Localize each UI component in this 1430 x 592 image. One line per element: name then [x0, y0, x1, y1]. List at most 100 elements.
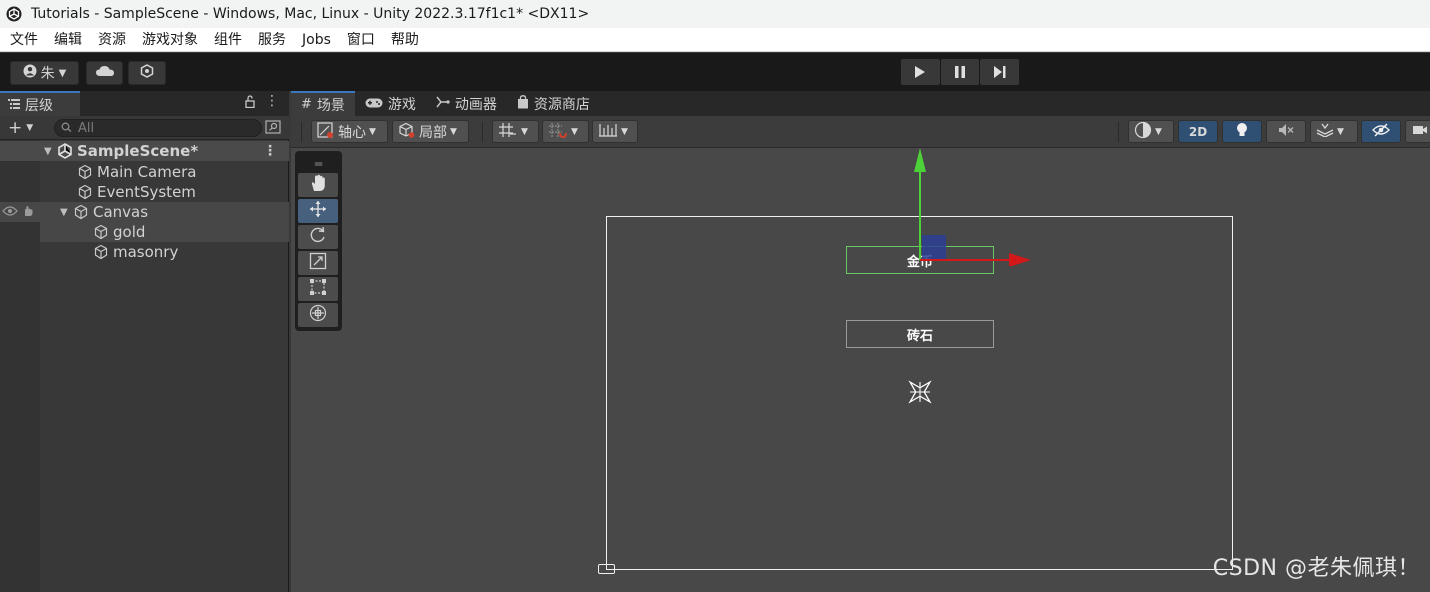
local-global-toggle[interactable]: 局部 ▼ [392, 120, 469, 143]
gameobject-cube-icon [92, 223, 110, 241]
pivot-star-icon [908, 380, 932, 404]
grid-snap-button[interactable]: ▼ [492, 120, 539, 143]
animator-icon [436, 96, 450, 112]
unity-scene-icon [56, 142, 74, 160]
increment-snap-button[interactable]: ▼ [542, 120, 589, 143]
menu-jobs[interactable]: Jobs [294, 28, 339, 52]
play-controls [901, 59, 1020, 85]
menu-edit[interactable]: 编辑 [46, 28, 90, 52]
camera-icon [1412, 124, 1428, 140]
drag-handle-icon[interactable]: ═ [298, 157, 339, 171]
kebab-menu-icon[interactable]: ⋮ [265, 94, 279, 112]
hierarchy-item-masonry[interactable]: masonry [0, 242, 289, 262]
rect-transform-icon [309, 278, 327, 300]
hidden-objects-toggle[interactable] [1361, 120, 1401, 143]
tab-game[interactable]: 游戏 [355, 91, 426, 116]
scene-camera-button[interactable] [1405, 120, 1430, 143]
tab-asset-store[interactable]: 资源商店 [507, 91, 600, 116]
grid-icon: # [301, 97, 312, 112]
hierarchy-item-main-camera[interactable]: Main Camera [0, 162, 289, 182]
hierarchy-item-label: masonry [113, 243, 179, 261]
move-tool-button[interactable] [298, 199, 338, 223]
cloud-button[interactable] [86, 61, 123, 85]
canvas-anchor-handle[interactable] [598, 564, 615, 574]
expand-arrow-icon[interactable]: ▼ [44, 146, 56, 157]
magnet-grid-icon [548, 122, 568, 142]
tab-hierarchy[interactable]: 层级 [0, 91, 80, 116]
hierarchy-item-label: EventSystem [97, 183, 196, 201]
collab-button[interactable] [128, 61, 166, 85]
menu-help[interactable]: 帮助 [383, 28, 427, 52]
toolbar-divider [301, 122, 302, 142]
caret-down-icon: ▼ [571, 126, 578, 137]
caret-down-icon: ▼ [1337, 126, 1344, 137]
tab-scene[interactable]: # 场景 [291, 91, 355, 116]
2d-mode-toggle[interactable]: 2D [1178, 120, 1218, 143]
menu-gameobject[interactable]: 游戏对象 [134, 28, 206, 52]
view-tool-button[interactable] [298, 173, 338, 197]
hierarchy-item-eventsystem[interactable]: EventSystem [0, 182, 289, 202]
rotate-tool-button[interactable] [298, 225, 338, 249]
transform-tool-button[interactable] [298, 303, 338, 327]
step-button[interactable] [980, 59, 1020, 85]
menu-assets[interactable]: 资源 [90, 28, 134, 52]
tab-animator-label: 动画器 [454, 96, 497, 113]
search-window-icon [265, 119, 281, 138]
window-title: Tutorials - SampleScene - Windows, Mac, … [31, 6, 590, 22]
eye-slash-icon [1372, 122, 1390, 141]
play-button[interactable] [901, 59, 940, 85]
gameobject-cube-icon [76, 163, 94, 181]
plus-icon: + [8, 118, 23, 138]
pick-hand-icon[interactable] [22, 205, 34, 220]
ruler-snap-button[interactable]: ▼ [592, 120, 638, 143]
scene-name: SampleScene* [77, 142, 199, 160]
hierarchy-item-label: Main Camera [97, 163, 197, 181]
search-options-button[interactable] [263, 119, 283, 137]
hierarchy-search-input[interactable]: All [54, 119, 262, 137]
main-toolbar: 朱 ▼ [0, 53, 1430, 91]
tab-hierarchy-label: 层级 [25, 97, 53, 114]
audio-toggle[interactable] [1266, 120, 1306, 143]
lighting-toggle[interactable] [1222, 120, 1262, 143]
scene-view-panel: # 场景 游戏 动画器 资源商店 轴心 ▼ 局部 ▼ ▼ ▼ ▼ ▼ 2D ▼ … [291, 91, 1430, 592]
gameobject-cube-icon [92, 243, 110, 261]
account-button[interactable]: 朱 ▼ [10, 61, 79, 85]
menu-component[interactable]: 组件 [206, 28, 250, 52]
draw-mode-button[interactable]: ▼ [1128, 120, 1174, 143]
gameobject-cube-icon [76, 183, 94, 201]
menu-window[interactable]: 窗口 [339, 28, 383, 52]
menu-file[interactable]: 文件 [2, 28, 46, 52]
lock-icon[interactable] [245, 95, 255, 112]
scene-root-row[interactable]: ▼ SampleScene* ⋮ [0, 141, 289, 161]
expand-arrow-icon[interactable]: ▼ [60, 207, 72, 218]
tab-scene-label: 场景 [316, 97, 345, 114]
tab-animator[interactable]: 动画器 [426, 91, 507, 116]
masonry-text-object[interactable]: 砖石 [846, 320, 994, 348]
gizmo-xy-plane-handle[interactable] [922, 235, 946, 259]
menu-services[interactable]: 服务 [250, 28, 294, 52]
gamepad-icon [365, 96, 383, 112]
move-gizmo[interactable] [891, 146, 1041, 266]
caret-down-icon: ▼ [450, 126, 457, 137]
toolbar-divider [482, 122, 483, 142]
list-icon [8, 97, 20, 113]
pivot-toggle[interactable]: 轴心 ▼ [311, 120, 388, 143]
toolbar-divider [1118, 122, 1119, 142]
unity-logo-icon [5, 5, 23, 23]
effects-layers-icon [1316, 123, 1334, 141]
scene-menu-icon[interactable]: ⋮ [263, 143, 277, 159]
eye-icon[interactable] [2, 205, 18, 220]
rect-tool-button[interactable] [298, 277, 338, 301]
cloud-icon [95, 65, 115, 81]
tab-game-label: 游戏 [387, 96, 416, 113]
hierarchy-item-canvas[interactable]: ▼ Canvas [0, 202, 289, 222]
caret-down-icon: ▼ [621, 126, 628, 137]
hierarchy-item-gold[interactable]: gold [40, 222, 289, 242]
effects-toggle[interactable]: ▼ [1310, 120, 1358, 143]
hierarchy-tab-actions: ⋮ [245, 94, 279, 112]
hierarchy-search-row: + ▼ All [0, 116, 289, 140]
pause-button[interactable] [940, 59, 980, 85]
caret-down-icon: ▼ [58, 67, 67, 79]
scale-tool-button[interactable] [298, 251, 338, 275]
add-object-button[interactable]: + ▼ [8, 118, 33, 138]
